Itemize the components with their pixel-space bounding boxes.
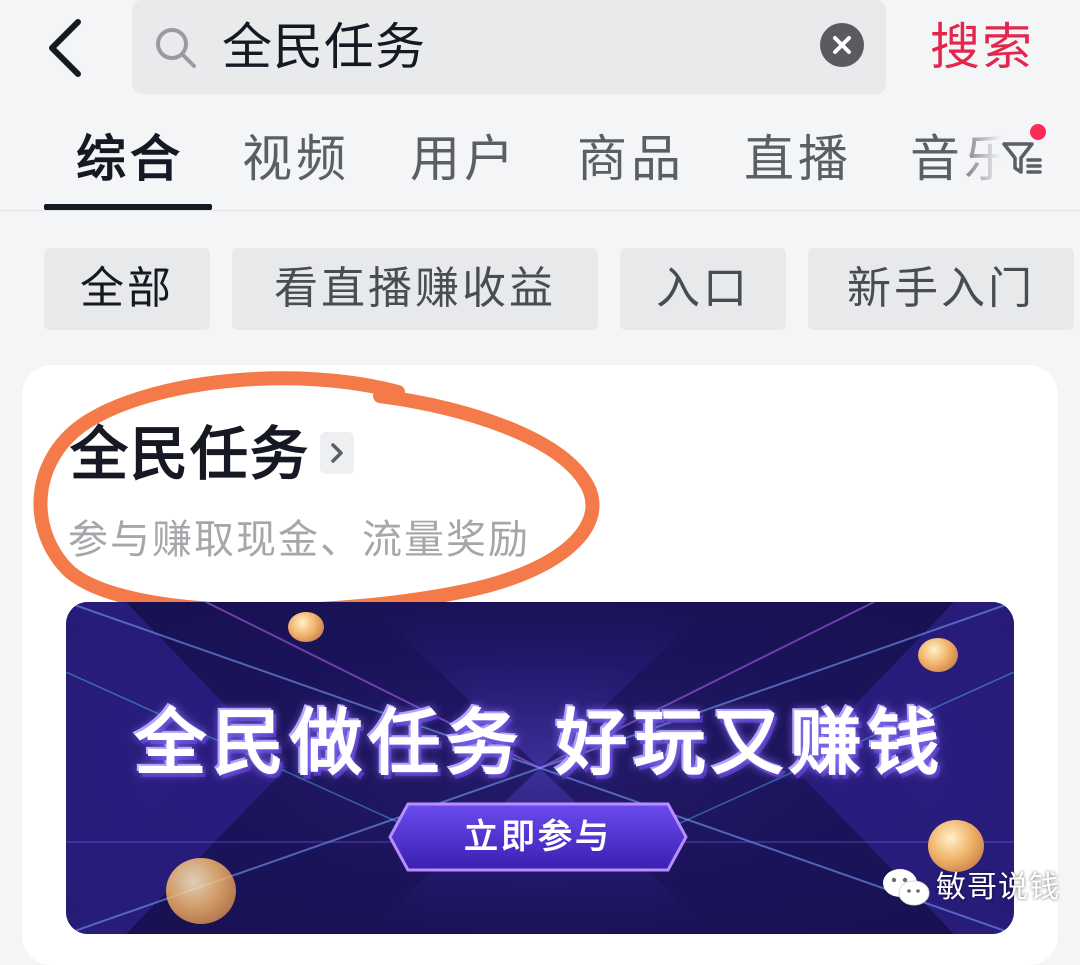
card-subtitle: 参与赚取现金、流量奖励 xyxy=(68,517,530,563)
coin-decoration xyxy=(918,638,958,672)
tab-general[interactable]: 综合 xyxy=(76,126,184,192)
filter-icon xyxy=(1002,142,1042,174)
tab-products[interactable]: 商品 xyxy=(577,126,685,192)
chip-all[interactable]: 全部 xyxy=(44,248,210,330)
join-now-button[interactable]: 立即参与 xyxy=(388,802,688,872)
coin-decoration xyxy=(288,612,324,642)
search-bar: 全民任务 搜索 xyxy=(0,0,1080,100)
filter-notification-dot xyxy=(1030,124,1046,140)
watermark-text: 敏哥说钱 xyxy=(936,870,1060,905)
search-icon xyxy=(156,28,196,68)
coin-decoration xyxy=(166,858,236,924)
tab-users[interactable]: 用户 xyxy=(410,126,518,192)
active-tab-indicator xyxy=(44,204,212,210)
filter-chips: 全部 看直播赚收益 入口 新手入门 xyxy=(0,248,1080,332)
card-title[interactable]: 全民任务 xyxy=(70,418,310,490)
filter-button[interactable] xyxy=(998,134,1048,184)
search-field[interactable]: 全民任务 xyxy=(132,0,886,94)
coin-decoration xyxy=(928,820,984,872)
chip-entrance[interactable]: 入口 xyxy=(620,248,786,330)
clear-button[interactable] xyxy=(820,23,864,67)
promo-banner[interactable]: 全民做任务 好玩又赚钱 xyxy=(66,602,1014,934)
clear-icon xyxy=(833,36,851,54)
search-submit-button[interactable]: 搜索 xyxy=(930,12,1034,82)
chip-live-earnings[interactable]: 看直播赚收益 xyxy=(232,248,598,330)
card-chevron-button[interactable] xyxy=(320,432,354,474)
chip-beginner[interactable]: 新手入门 xyxy=(808,248,1074,330)
tab-live[interactable]: 直播 xyxy=(744,126,852,192)
search-input[interactable]: 全民任务 xyxy=(222,14,426,80)
banner-headline: 全民做任务 好玩又赚钱 xyxy=(134,701,946,785)
chevron-right-icon xyxy=(331,443,343,463)
category-tabs: 综合 视频 用户 商品 直播 音乐 xyxy=(0,110,1080,211)
wechat-icon xyxy=(883,869,930,906)
tab-videos[interactable]: 视频 xyxy=(242,126,350,192)
back-button[interactable] xyxy=(34,12,104,82)
back-arrow-icon xyxy=(49,19,81,77)
